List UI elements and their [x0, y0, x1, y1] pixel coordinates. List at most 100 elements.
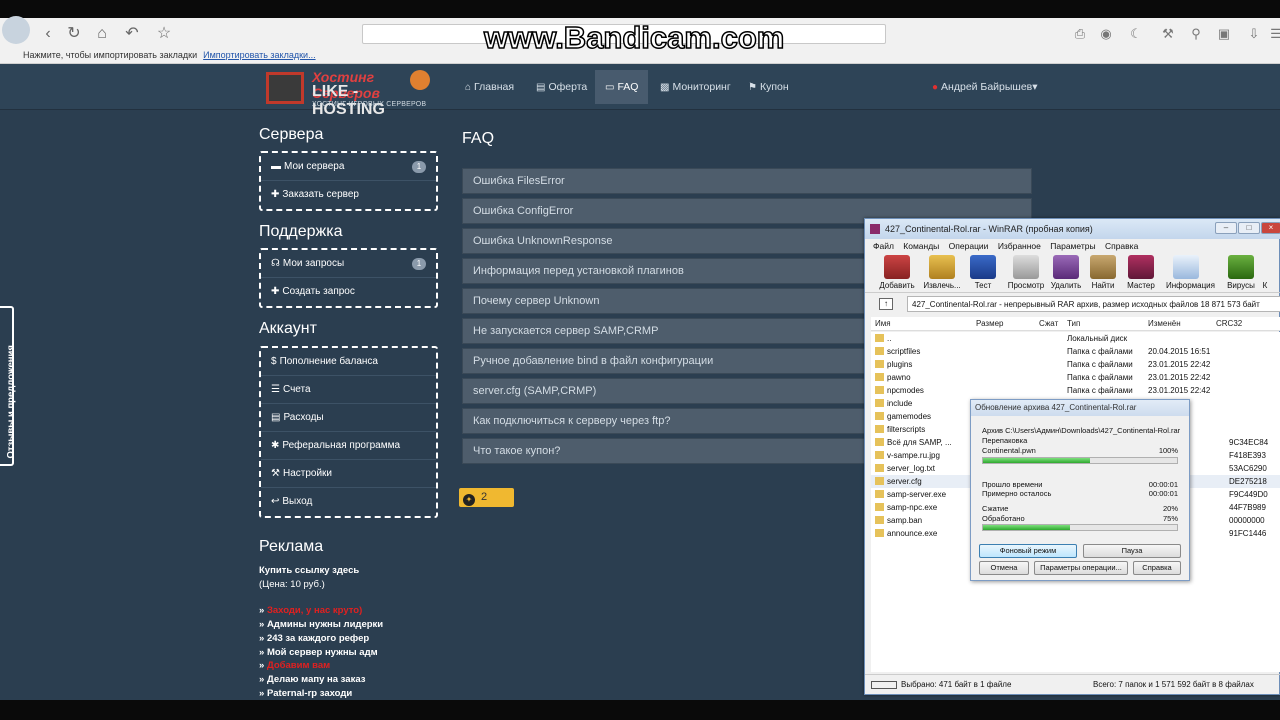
- user-menu[interactable]: ● Андрей Байрышев▾: [922, 70, 1048, 104]
- nav-faq[interactable]: ▭ FAQ: [595, 70, 649, 104]
- invoices-link[interactable]: ☰ Счета: [261, 376, 436, 404]
- account-panel: $ Пополнение баланса ☰ Счета ▤ Расходы ✱ Реф…: [259, 346, 438, 518]
- nav-monitoring[interactable]: ▩ Мониторинг: [650, 70, 741, 104]
- info-icon: [1173, 255, 1199, 279]
- file-progress-bar: [982, 457, 1178, 464]
- my-servers-link[interactable]: ▬ Мои сервера 1: [261, 153, 436, 181]
- referral-link[interactable]: ✱ Реферальная программа: [261, 432, 436, 460]
- download-icon[interactable]: ⇩: [1246, 26, 1262, 42]
- col-crc[interactable]: CRC32: [1216, 319, 1242, 328]
- file-icon: [875, 360, 884, 368]
- order-server-link[interactable]: ✚ Заказать сервер: [261, 181, 436, 209]
- file-name: samp-server.exe: [875, 488, 946, 501]
- delete-trash-icon: [1053, 255, 1079, 279]
- help-button[interactable]: Справка: [1133, 561, 1181, 575]
- my-requests-link[interactable]: ☊ Мои запросы 1: [261, 250, 436, 278]
- menu-help[interactable]: Справка: [1105, 241, 1138, 251]
- ad-link[interactable]: » Заходи, у нас круто): [259, 604, 439, 618]
- like-button[interactable]: ✦ 2: [459, 488, 514, 507]
- more-button[interactable]: К: [1253, 255, 1277, 290]
- file-row[interactable]: plugins Папка с файлами 23.01.2015 22:42: [871, 358, 1280, 371]
- pause-button[interactable]: Пауза: [1083, 544, 1181, 558]
- print-icon[interactable]: ⎙: [1072, 26, 1088, 42]
- ad-link[interactable]: » 243 за каждого рефер: [259, 632, 439, 646]
- ad-link[interactable]: » Делаю мапу на заказ: [259, 673, 439, 687]
- col-size[interactable]: Размер: [976, 319, 1004, 328]
- file-icon: [875, 373, 884, 381]
- menu-commands[interactable]: Команды: [903, 241, 939, 251]
- import-bookmarks-link[interactable]: Импортировать закладки...: [203, 50, 315, 60]
- referral-label: Реферальная программа: [282, 440, 401, 451]
- file-icon: [875, 529, 884, 537]
- dollar-icon: $: [271, 356, 277, 367]
- topup-link[interactable]: $ Пополнение баланса: [261, 348, 436, 376]
- site-navbar: Хостинг Серверов LIKE - HOSTING ХОСТИНГ …: [0, 64, 1280, 118]
- menu-file[interactable]: Файл: [873, 241, 894, 251]
- maximize-button[interactable]: □: [1238, 222, 1260, 234]
- feedback-tab[interactable]: Отзывы и предложения: [0, 306, 17, 466]
- close-button[interactable]: ×: [1261, 222, 1280, 234]
- settings-link[interactable]: ⚒ Настройки: [261, 460, 436, 488]
- star-icon[interactable]: ☆: [154, 24, 174, 44]
- file-name: plugins: [875, 358, 912, 371]
- tools-icon[interactable]: ⚒: [1160, 26, 1176, 42]
- user-icon: ●: [932, 82, 939, 93]
- nav-home[interactable]: ⌂ Главная: [455, 70, 524, 104]
- col-name[interactable]: Имя: [875, 319, 891, 328]
- file-row[interactable]: npcmodes Папка с файлами 23.01.2015 22:42: [871, 384, 1280, 397]
- screenshot-icon[interactable]: ▣: [1216, 26, 1232, 42]
- file-crc: 00000000: [1229, 516, 1265, 525]
- file-row[interactable]: scriptfiles Папка с файлами 20.04.2015 16:…: [871, 345, 1280, 358]
- file-row[interactable]: pawno Папка с файлами 23.01.2015 22:42: [871, 371, 1280, 384]
- create-request-link[interactable]: ✚ Создать запрос: [261, 278, 436, 306]
- col-packed[interactable]: Сжат: [1039, 319, 1058, 328]
- background-button[interactable]: Фоновый режим: [979, 544, 1077, 558]
- document-icon: ▤: [536, 82, 546, 93]
- extension-icon[interactable]: ◉: [1098, 26, 1114, 42]
- buy-link[interactable]: Купить ссылку здесь: [259, 564, 439, 578]
- file-row[interactable]: .. Локальный диск: [871, 332, 1280, 345]
- nav-coupon[interactable]: ⚑ Купон: [738, 70, 799, 104]
- home-icon[interactable]: ⌂: [92, 24, 112, 44]
- home-icon: ⌂: [465, 82, 472, 93]
- test-book-icon: [970, 255, 996, 279]
- test-button[interactable]: Тест: [963, 255, 1003, 290]
- ad-link[interactable]: » Paternal-rp заходи: [259, 687, 439, 701]
- ads-heading: Реклама: [259, 538, 324, 555]
- undo-icon[interactable]: ↶: [122, 24, 142, 44]
- menu-favorites[interactable]: Избранное: [998, 241, 1041, 251]
- ad-link[interactable]: » Добавим вам: [259, 659, 439, 673]
- status-selected: Выбрано: 471 байт в 1 файле: [901, 680, 1012, 689]
- extract-button[interactable]: Извлечь...: [922, 255, 962, 290]
- menu-operations[interactable]: Операции: [949, 241, 989, 251]
- col-modified[interactable]: Изменён: [1148, 319, 1181, 328]
- col-type[interactable]: Тип: [1067, 319, 1080, 328]
- menu-options[interactable]: Параметры: [1050, 241, 1095, 251]
- profile-avatar[interactable]: [2, 16, 30, 44]
- search-icon[interactable]: ⚲: [1188, 26, 1204, 42]
- find-button[interactable]: Найти: [1083, 255, 1123, 290]
- info-button[interactable]: Информация: [1166, 255, 1215, 290]
- minimize-button[interactable]: –: [1215, 222, 1237, 234]
- faq-item[interactable]: Ошибка FilesError: [462, 168, 1032, 194]
- archive-path-field[interactable]: 427_Continental-Rol.rar - непрерывный RA…: [907, 296, 1280, 312]
- nav-offer[interactable]: ▤ Оферта: [526, 70, 597, 104]
- up-folder-icon[interactable]: ↑: [879, 298, 893, 310]
- wizard-button[interactable]: Мастер: [1121, 255, 1161, 290]
- add-button[interactable]: Добавить: [877, 255, 917, 290]
- site-logo[interactable]: Хостинг Серверов LIKE - HOSTING ХОСТИНГ …: [266, 68, 432, 118]
- ad-link[interactable]: » Мой сервер нужны адм: [259, 646, 439, 660]
- operation-options-button[interactable]: Параметры операции...: [1034, 561, 1128, 575]
- cancel-button[interactable]: Отмена: [979, 561, 1029, 575]
- reload-icon[interactable]: ↻: [64, 24, 84, 44]
- delete-button[interactable]: Удалить: [1046, 255, 1086, 290]
- dialog-archive-path: Архив C:\Users\Админ\Downloads\427_Conti…: [982, 426, 1181, 435]
- view-button[interactable]: Просмотр: [1006, 255, 1046, 290]
- ad-price: (Цена: 10 руб.): [259, 578, 325, 590]
- ad-link[interactable]: » Админы нужны лидерки: [259, 618, 439, 632]
- expenses-link[interactable]: ▤ Расходы: [261, 404, 436, 432]
- night-mode-icon[interactable]: ☾: [1128, 26, 1144, 42]
- menu-icon[interactable]: ☰: [1268, 26, 1280, 42]
- logout-link[interactable]: ↩ Выход: [261, 488, 436, 516]
- back-icon[interactable]: ‹: [38, 24, 58, 44]
